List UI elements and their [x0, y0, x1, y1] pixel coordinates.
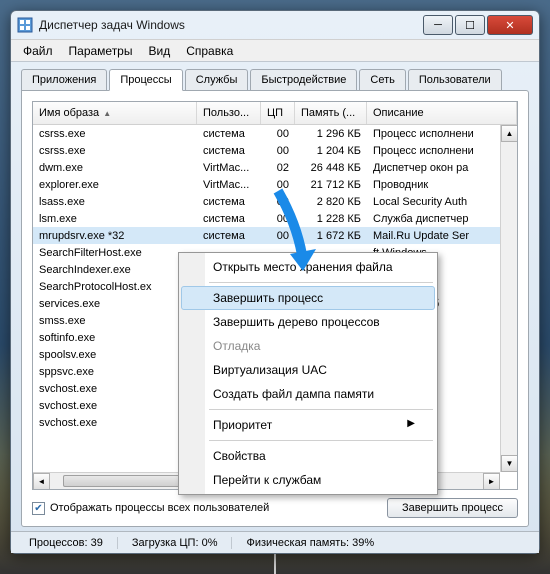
tab-applications[interactable]: Приложения: [21, 69, 107, 91]
end-process-button[interactable]: Завершить процесс: [387, 498, 518, 518]
submenu-arrow-icon: ▶: [407, 418, 415, 429]
scroll-right-button[interactable]: ►: [483, 473, 500, 490]
statusbar: Процессов: 39 Загрузка ЦП: 0% Физическая…: [11, 531, 539, 553]
status-processes: Процессов: 39: [15, 537, 118, 549]
tab-performance[interactable]: Быстродействие: [250, 69, 357, 91]
ctx-create-dump[interactable]: Создать файл дампа памяти: [181, 382, 435, 406]
process-row[interactable]: mrupdsrv.exe *32система001 672 КБMail.Ru…: [33, 227, 517, 244]
minimize-button[interactable]: ─: [423, 15, 453, 35]
menu-help[interactable]: Справка: [178, 42, 241, 60]
process-row[interactable]: csrss.exeсистема001 204 КБПроцесс исполн…: [33, 142, 517, 159]
ctx-end-process-tree[interactable]: Завершить дерево процессов: [181, 310, 435, 334]
ctx-priority[interactable]: Приоритет▶: [181, 413, 435, 437]
status-memory: Физическая память: 39%: [232, 537, 535, 549]
show-all-users-checkbox[interactable]: ✔: [32, 502, 45, 515]
scroll-down-button[interactable]: ▼: [501, 455, 518, 472]
ctx-uac-virtualization[interactable]: Виртуализация UAC: [181, 358, 435, 382]
ctx-go-to-services[interactable]: Перейти к службам: [181, 468, 435, 492]
col-description[interactable]: Описание: [367, 102, 517, 124]
app-icon: [17, 17, 33, 33]
ctx-end-process[interactable]: Завершить процесс: [181, 286, 435, 310]
tab-processes[interactable]: Процессы: [109, 69, 182, 91]
show-all-users-label: Отображать процессы всех пользователей: [50, 502, 269, 514]
menu-options[interactable]: Параметры: [61, 42, 141, 60]
col-image-name[interactable]: Имя образа▲: [33, 102, 197, 124]
col-cpu[interactable]: ЦП: [261, 102, 295, 124]
menubar: Файл Параметры Вид Справка: [11, 39, 539, 61]
ctx-debug[interactable]: Отладка: [181, 334, 435, 358]
menu-view[interactable]: Вид: [140, 42, 178, 60]
process-row[interactable]: dwm.exeVirtMac...0226 448 КБДиспетчер ок…: [33, 159, 517, 176]
window-title: Диспетчер задач Windows: [39, 18, 423, 32]
context-menu: Открыть место хранения файла Завершить п…: [178, 252, 438, 495]
scroll-left-button[interactable]: ◄: [33, 473, 50, 490]
sort-ascending-icon: ▲: [103, 109, 111, 118]
status-cpu: Загрузка ЦП: 0%: [118, 537, 233, 549]
tab-services[interactable]: Службы: [185, 69, 249, 91]
process-row[interactable]: explorer.exeVirtMac...0021 712 КБПроводн…: [33, 176, 517, 193]
col-memory[interactable]: Память (...: [295, 102, 367, 124]
tab-networking[interactable]: Сеть: [359, 69, 405, 91]
ctx-open-file-location[interactable]: Открыть место хранения файла: [181, 255, 435, 279]
menu-file[interactable]: Файл: [15, 42, 61, 60]
column-headers: Имя образа▲ Пользо... ЦП Память (... Опи…: [33, 102, 517, 125]
maximize-button[interactable]: ☐: [455, 15, 485, 35]
process-row[interactable]: lsass.exeсистема002 820 КБLocal Security…: [33, 193, 517, 210]
close-button[interactable]: ✕: [487, 15, 533, 35]
tabstrip: Приложения Процессы Службы Быстродействи…: [21, 68, 529, 90]
ctx-properties[interactable]: Свойства: [181, 444, 435, 468]
process-row[interactable]: csrss.exeсистема001 296 КБПроцесс исполн…: [33, 125, 517, 142]
tab-users[interactable]: Пользователи: [408, 69, 502, 91]
scroll-up-button[interactable]: ▲: [501, 125, 518, 142]
col-user[interactable]: Пользо...: [197, 102, 261, 124]
vertical-scrollbar[interactable]: ▲ ▼: [500, 125, 517, 472]
titlebar[interactable]: Диспетчер задач Windows ─ ☐ ✕: [11, 11, 539, 39]
process-row[interactable]: lsm.exeсистема001 228 КБСлужба диспетчер: [33, 210, 517, 227]
